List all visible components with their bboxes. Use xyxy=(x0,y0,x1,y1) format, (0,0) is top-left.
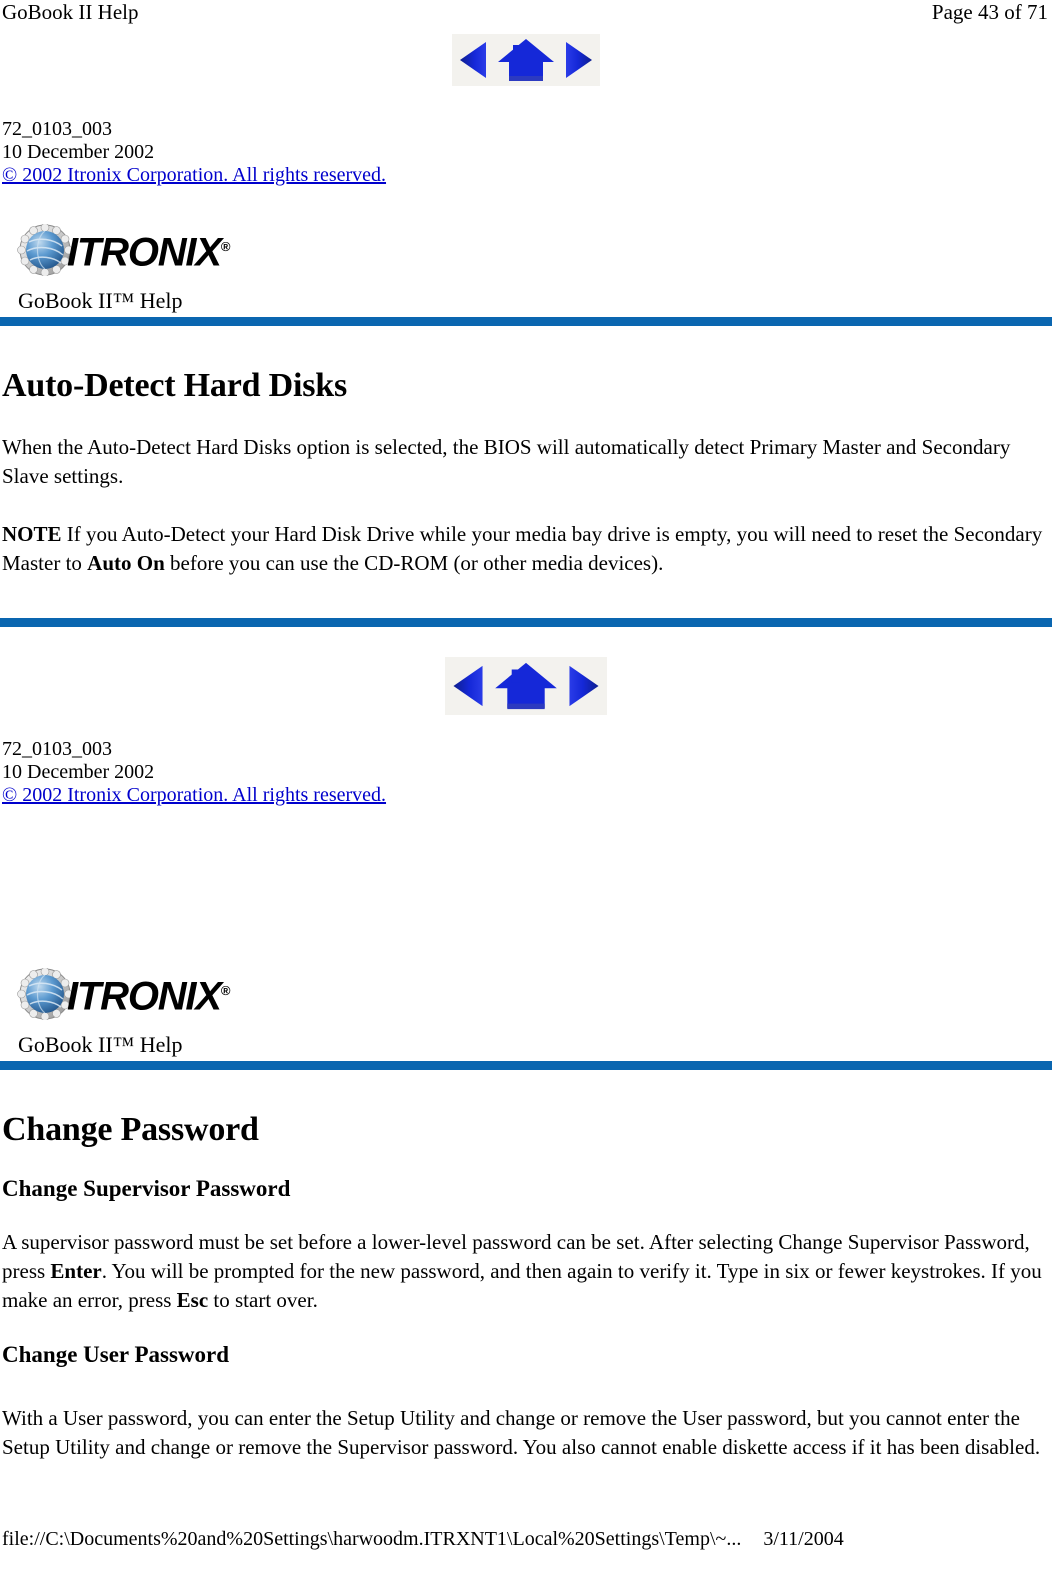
home-house-glyph xyxy=(495,662,557,710)
itronix-logo: ITRONIX® xyxy=(0,966,1052,1022)
section-heading-change-user-password: Change User Password xyxy=(2,1342,230,1367)
page-title: Change Password xyxy=(2,1111,259,1148)
note-text-part-2: before you can use the CD-ROM (or other … xyxy=(164,551,664,575)
print-footer-date: 3/11/2004 xyxy=(763,1528,844,1550)
copyright-link[interactable]: © 2002 Itronix Corporation. All rights r… xyxy=(2,164,386,186)
itronix-wordmark: ITRONIX® xyxy=(67,227,231,275)
itronix-wordmark-text: ITRONIX xyxy=(67,230,222,275)
print-header-document-title: GoBook II Help xyxy=(2,0,139,24)
print-footer: file://C:\Documents%20and%20Settings\har… xyxy=(0,1527,1052,1551)
key-esc-label: Esc xyxy=(176,1288,209,1312)
globe-glyph xyxy=(17,967,73,1021)
brand-header-top: ITRONIX® GoBook II™ Help xyxy=(0,222,1052,326)
topic-one-note: NOTE If you Auto-Detect your Hard Disk D… xyxy=(0,520,1052,578)
globe-icon xyxy=(17,967,73,1021)
section-heading-change-supervisor-password: Change Supervisor Password xyxy=(2,1176,291,1201)
topic-change-password: Change Password Change Supervisor Passwo… xyxy=(0,1110,1052,1462)
print-footer-url: file://C:\Documents%20and%20Settings\har… xyxy=(2,1528,742,1550)
product-title: GoBook II™ Help xyxy=(18,288,183,313)
home-house-icon[interactable] xyxy=(496,36,556,84)
doc-number: 72_0103_003 xyxy=(2,118,112,140)
home-house-glyph xyxy=(498,39,554,81)
registered-mark-icon: ® xyxy=(220,983,231,999)
page-title: Auto-Detect Hard Disks xyxy=(2,367,347,404)
globe-glyph xyxy=(17,223,73,277)
section-divider-rule xyxy=(0,618,1052,627)
key-enter-label: Enter xyxy=(50,1259,102,1283)
print-header-page-number: Page 43 of 71 xyxy=(931,0,1048,24)
registered-mark-icon: ® xyxy=(220,239,231,255)
back-arrow-icon[interactable] xyxy=(456,38,490,82)
doc-number: 72_0103_003 xyxy=(2,738,112,760)
note-bold-value: Auto On xyxy=(87,551,165,575)
back-arrow-glyph xyxy=(460,42,486,78)
navigation-strip xyxy=(452,34,600,86)
note-label: NOTE xyxy=(2,522,62,546)
back-arrow-glyph xyxy=(453,665,483,707)
navigation-strip xyxy=(445,657,607,715)
forward-arrow-glyph xyxy=(566,42,592,78)
topic-two-paragraph-2: With a User password, you can enter the … xyxy=(2,1406,1041,1459)
itronix-logo: ITRONIX® xyxy=(0,222,1052,278)
document-meta-middle: 72_0103_003 10 December 2002 © 2002 Itro… xyxy=(2,738,386,807)
print-header: GoBook II Help Page 43 of 71 xyxy=(0,0,1052,26)
brand-header-bottom: ITRONIX® GoBook II™ Help xyxy=(0,966,1052,1070)
itronix-wordmark-text: ITRONIX xyxy=(67,974,222,1019)
brand-divider-rule xyxy=(0,317,1052,326)
paragraph-text-part-2: . You will be prompted for the new passw… xyxy=(2,1259,1042,1312)
copyright-link[interactable]: © 2002 Itronix Corporation. All rights r… xyxy=(2,784,386,806)
forward-arrow-icon[interactable] xyxy=(565,660,603,712)
back-arrow-icon[interactable] xyxy=(449,660,487,712)
topic-auto-detect-hard-disks: Auto-Detect Hard Disks When the Auto-Det… xyxy=(0,366,1052,578)
doc-date: 10 December 2002 xyxy=(2,761,155,783)
itronix-wordmark: ITRONIX® xyxy=(67,971,231,1019)
topic-one-paragraph-1: When the Auto-Detect Hard Disks option i… xyxy=(2,435,1011,488)
brand-divider-rule xyxy=(0,1061,1052,1070)
globe-icon xyxy=(17,223,73,277)
home-house-icon[interactable] xyxy=(493,659,559,713)
forward-arrow-glyph xyxy=(569,665,599,707)
product-title: GoBook II™ Help xyxy=(18,1032,183,1057)
document-meta-top: 72_0103_003 10 December 2002 © 2002 Itro… xyxy=(2,118,386,187)
paragraph-text-part-3: to start over. xyxy=(208,1288,318,1312)
topic-two-paragraph-1: A supervisor password must be set before… xyxy=(0,1228,1052,1315)
doc-date: 10 December 2002 xyxy=(2,141,155,163)
navigation-row-middle xyxy=(0,657,1052,715)
forward-arrow-icon[interactable] xyxy=(562,38,596,82)
navigation-row-top xyxy=(0,34,1052,86)
